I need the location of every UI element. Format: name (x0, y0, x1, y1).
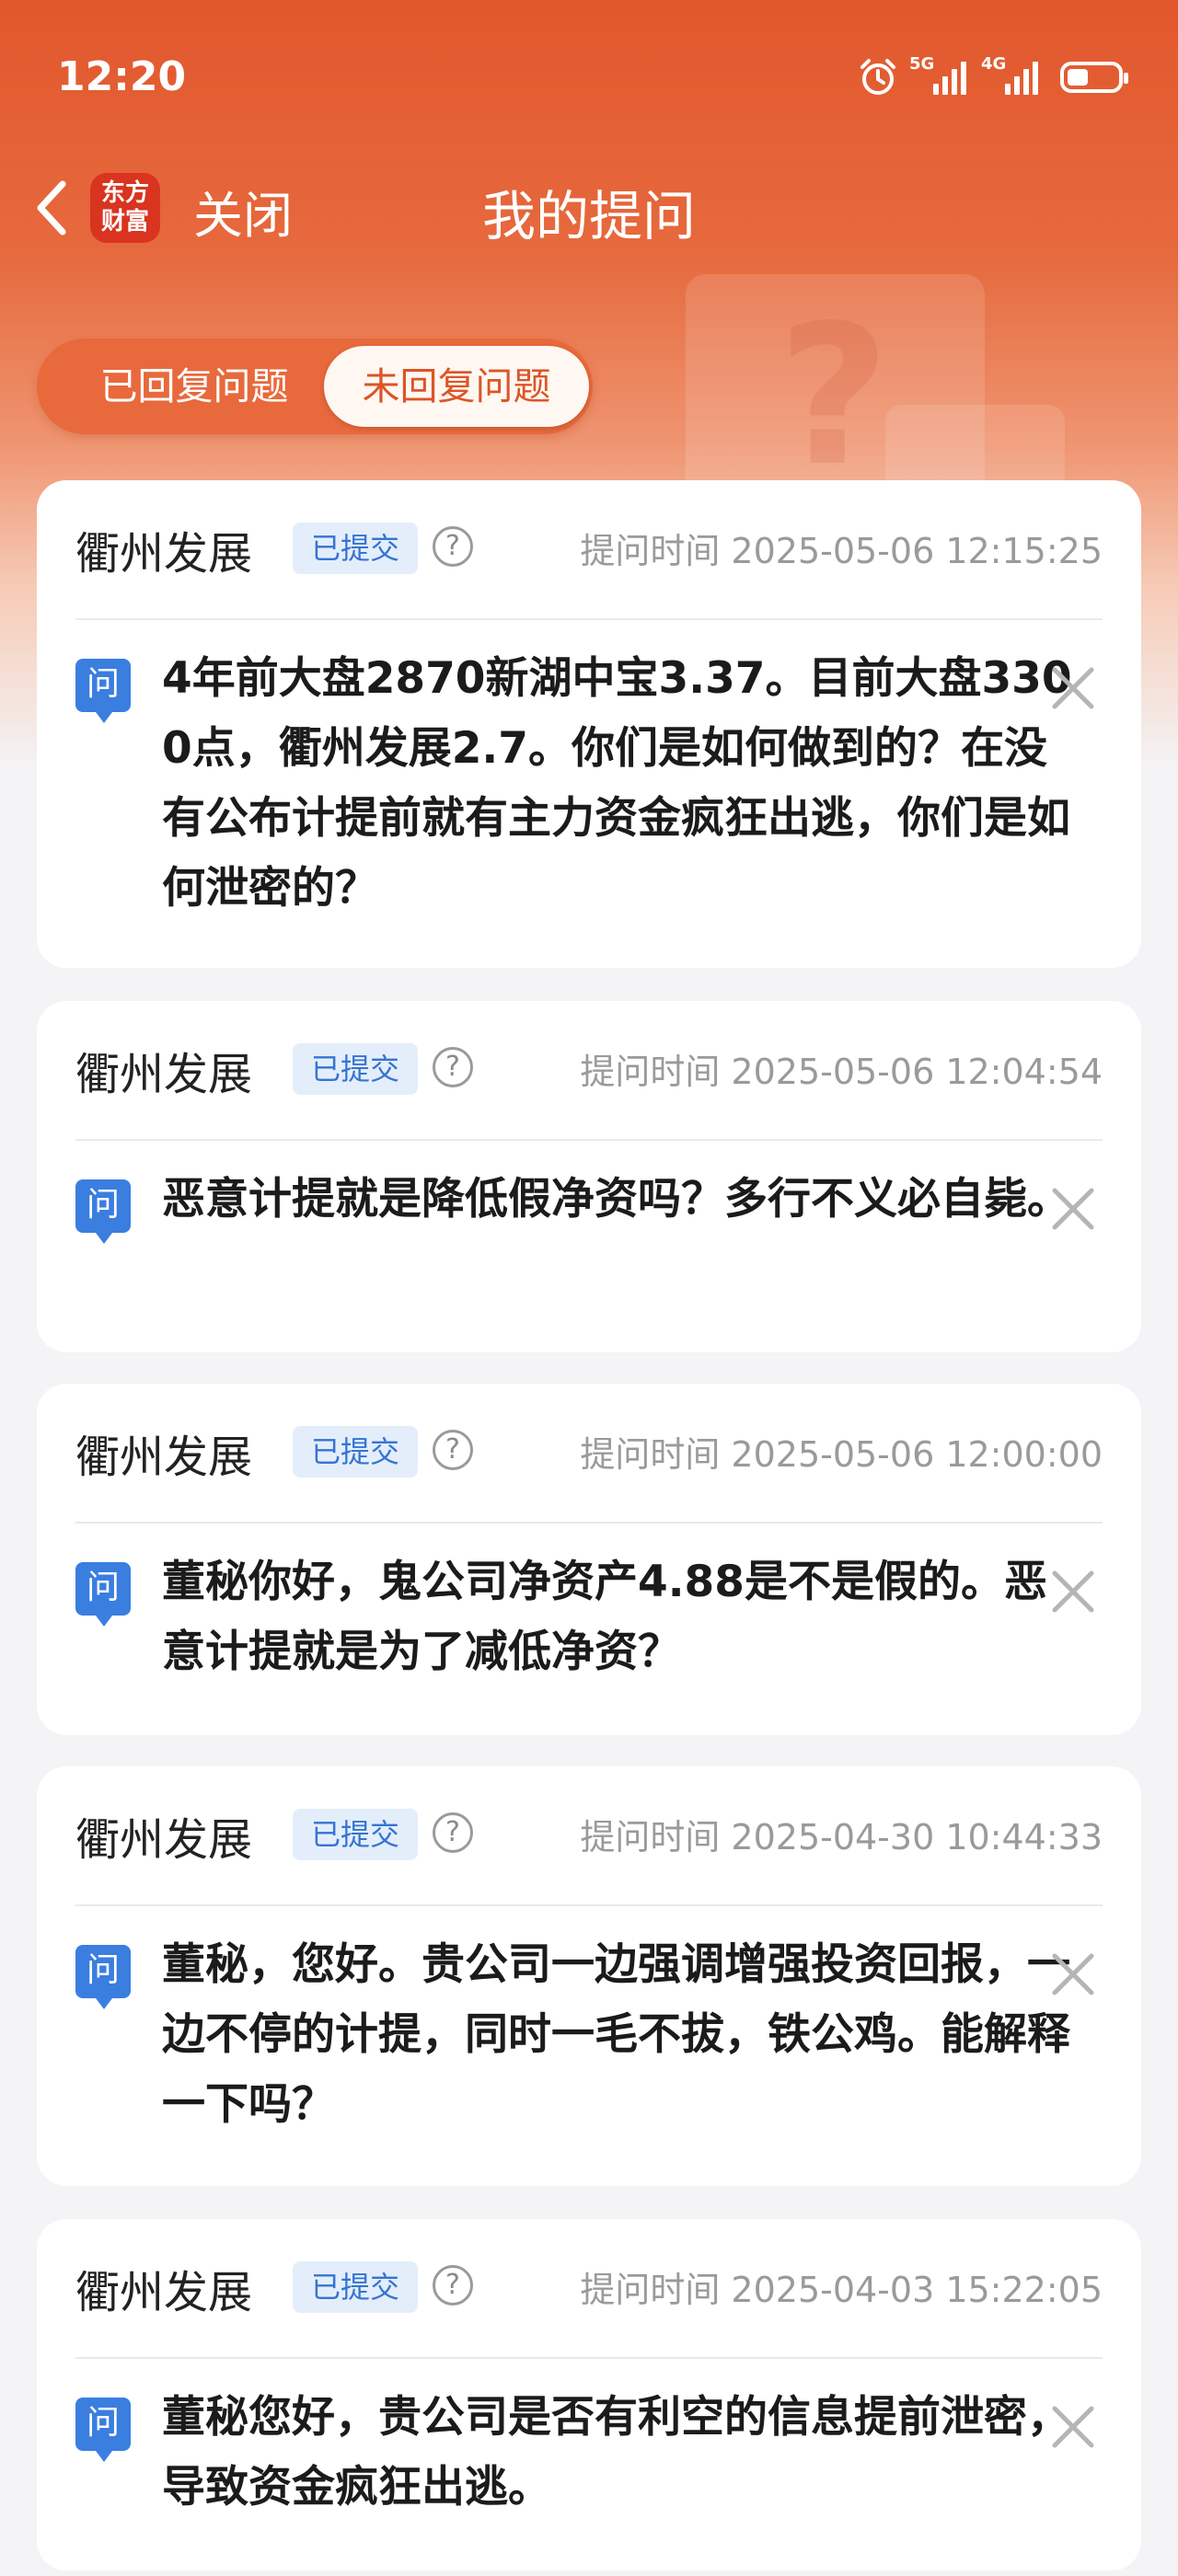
question-time: 提问时间 2025-05-06 12:04:54 (580, 1052, 1103, 1092)
delete-icon[interactable] (1042, 657, 1104, 719)
status-icons: 5G 4G (858, 54, 1128, 98)
status-badge: 已提交 (293, 1043, 418, 1095)
nav-bar: 东方 财富 关闭 我的提问 (0, 156, 1178, 258)
card-header: 衢州发展 已提交 ? 提问时间 2025-05-06 12:00:00 (75, 1384, 1103, 1522)
alarm-icon (860, 59, 895, 95)
question-icon: 问 (75, 1179, 131, 1244)
question-text: 董秘您好，贵公司是否有利空的信息提前泄密，导致资金疯狂出逃。 (162, 2392, 1070, 2513)
divider (75, 1904, 1103, 1906)
question-card: 衢州发展 已提交 ? 提问时间 2025-05-06 12:15:25 问 4年… (37, 480, 1141, 968)
status-badge: 已提交 (293, 1426, 418, 1478)
delete-icon[interactable] (1042, 1178, 1104, 1240)
company-name: 衢州发展 (75, 1814, 253, 1866)
company-name: 衢州发展 (75, 1049, 253, 1100)
question-time: 提问时间 2025-04-30 10:44:33 (580, 1817, 1103, 1857)
question-text: 董秘，您好。贵公司一边强调增强投资回报，一边不停的计提，同时一毛不拔，铁公鸡。能… (162, 1939, 1070, 2130)
battery-icon (1060, 62, 1128, 93)
question-card: 衢州发展 已提交 ? 提问时间 2025-05-06 12:00:00 问 董秘… (37, 1384, 1141, 1735)
status-badge: 已提交 (293, 1809, 418, 1860)
status-bar: 12:20 5G 4G (0, 0, 1178, 156)
question-icon: 问 (75, 1562, 131, 1627)
question-text: 恶意计提就是降低假净资吗？多行不义必自毙。 (162, 1174, 1070, 1225)
divider (75, 1522, 1103, 1524)
company-name: 衢州发展 (75, 2267, 253, 2318)
help-icon[interactable]: ? (433, 2265, 473, 2306)
tab-unreplied[interactable]: 未回复问题 (324, 346, 589, 427)
card-header: 衢州发展 已提交 ? 提问时间 2025-05-06 12:04:54 (75, 1001, 1103, 1139)
delete-icon[interactable] (1042, 1943, 1104, 2006)
question-card: 衢州发展 已提交 ? 提问时间 2025-04-30 10:44:33 问 董秘… (37, 1766, 1141, 2186)
card-header: 衢州发展 已提交 ? 提问时间 2025-05-06 12:15:25 (75, 480, 1103, 618)
question-text: 4年前大盘2870新湖中宝3.37。目前大盘3300点，衢州发展2.7。你们是如… (162, 653, 1072, 914)
status-badge: 已提交 (293, 2261, 418, 2313)
company-name: 衢州发展 (75, 528, 253, 580)
help-icon[interactable]: ? (433, 1812, 473, 1853)
question-icon: 问 (75, 1945, 131, 2009)
company-name: 衢州发展 (75, 1432, 253, 1483)
divider (75, 1139, 1103, 1141)
divider (75, 2357, 1103, 2359)
question-icon: 问 (75, 659, 131, 723)
status-badge: 已提交 (293, 523, 418, 574)
help-icon[interactable]: ? (433, 1430, 473, 1470)
delete-icon[interactable] (1042, 1560, 1104, 1623)
help-icon[interactable]: ? (433, 526, 473, 567)
tab-replied[interactable]: 已回复问题 (42, 339, 346, 434)
question-card: 衢州发展 已提交 ? 提问时间 2025-04-03 15:22:05 问 董秘… (37, 2219, 1141, 2570)
question-time: 提问时间 2025-04-03 15:22:05 (580, 2270, 1103, 2310)
signal-4g-icon: 4G (981, 54, 1042, 95)
divider (75, 618, 1103, 620)
card-header: 衢州发展 已提交 ? 提问时间 2025-04-03 15:22:05 (75, 2219, 1103, 2357)
question-card: 衢州发展 已提交 ? 提问时间 2025-05-06 12:04:54 问 恶意… (37, 1001, 1141, 1352)
question-time: 提问时间 2025-05-06 12:00:00 (580, 1434, 1103, 1475)
tab-bar: 已回复问题 未回复问题 (37, 339, 593, 434)
card-header: 衢州发展 已提交 ? 提问时间 2025-04-30 10:44:33 (75, 1766, 1103, 1904)
question-time: 提问时间 2025-05-06 12:15:25 (580, 531, 1103, 571)
help-icon[interactable]: ? (433, 1047, 473, 1087)
status-time: 12:20 (57, 53, 187, 100)
signal-5g-icon: 5G (909, 54, 970, 95)
delete-icon[interactable] (1042, 2396, 1104, 2458)
page-title: 我的提问 (481, 185, 696, 247)
question-icon: 问 (75, 2398, 131, 2462)
question-text: 董秘你好，鬼公司净资产4.88是不是假的。恶意计提就是为了减低净资？ (162, 1557, 1047, 1677)
